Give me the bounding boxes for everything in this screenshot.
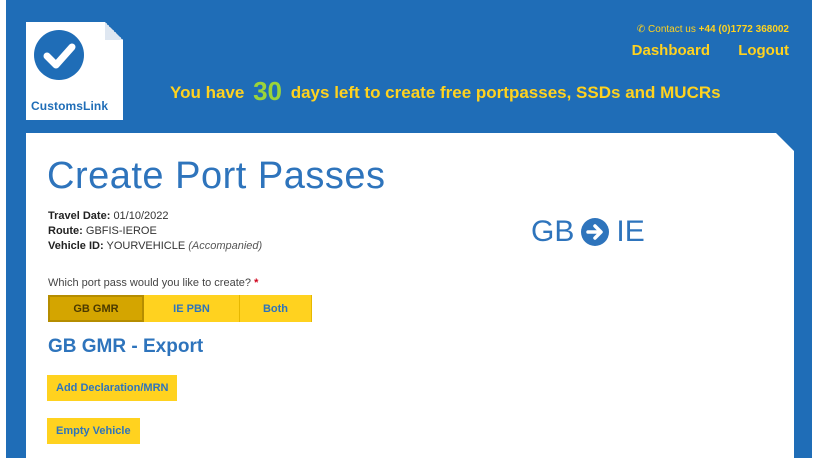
route-label: Route: (48, 225, 83, 237)
section-title: GB GMR - Export (48, 336, 204, 357)
contact-line[interactable]: ✆ Contact us +44 (0)1772 368002 (637, 24, 789, 35)
route-from: GB (531, 215, 575, 248)
logo-text: CustomsLink (31, 99, 109, 113)
checkmark-icon (34, 30, 84, 80)
trip-details: Travel Date: 01/10/2022 Route: GBFIS-IER… (48, 209, 262, 254)
route-row: Route: GBFIS-IEROE (48, 224, 262, 239)
vehicle-type: (Accompanied) (188, 240, 263, 252)
phone-icon: ✆ (636, 24, 646, 35)
contact-label: Contact us (648, 24, 696, 35)
required-marker: * (254, 277, 259, 289)
dashboard-link[interactable]: Dashboard (632, 42, 710, 59)
tab-ie-pbn[interactable]: IE PBN (144, 295, 240, 322)
trial-text-before: You have (170, 83, 245, 102)
top-nav: Dashboard Logout (608, 42, 789, 59)
travel-date-label: Travel Date: (48, 210, 111, 222)
header-frame: CustomsLink ✆ Contact us +44 (0)1772 368… (6, 0, 812, 458)
arrow-right-circle-icon (581, 218, 610, 246)
trial-days-count: 30 (253, 76, 282, 106)
port-pass-question: Which port pass would you like to create… (48, 277, 258, 289)
route-display: GB IE (531, 215, 645, 249)
vehicle-id-value: YOURVEHICLE (106, 240, 186, 252)
route-value: GBFIS-IEROE (85, 225, 157, 237)
trial-text-after: days left to create free portpasses, SSD… (290, 83, 721, 102)
add-declaration-button[interactable]: Add Declaration/MRN (47, 375, 178, 401)
main-card: Create Port Passes Travel Date: 01/10/20… (26, 133, 794, 458)
logo-corner-fold (105, 22, 123, 40)
trial-banner: You have 30 days left to create free por… (170, 76, 721, 107)
card-corner (776, 133, 794, 151)
empty-vehicle-button[interactable]: Empty Vehicle (47, 418, 140, 444)
customslink-logo[interactable]: CustomsLink (26, 22, 123, 120)
travel-date-row: Travel Date: 01/10/2022 (48, 209, 262, 224)
vehicle-label: Vehicle ID: (48, 240, 104, 252)
tab-gb-gmr[interactable]: GB GMR (48, 295, 144, 322)
contact-phone[interactable]: +44 (0)1772 368002 (699, 24, 789, 35)
port-pass-tabs: GB GMR IE PBN Both (48, 295, 312, 322)
tab-both[interactable]: Both (240, 295, 312, 322)
logout-link[interactable]: Logout (738, 42, 789, 59)
route-to: IE (616, 215, 645, 248)
travel-date-value: 01/10/2022 (113, 210, 169, 222)
page-title: Create Port Passes (47, 155, 386, 197)
question-text: Which port pass would you like to create… (48, 277, 251, 289)
vehicle-row: Vehicle ID: YOURVEHICLE (Accompanied) (48, 239, 262, 254)
